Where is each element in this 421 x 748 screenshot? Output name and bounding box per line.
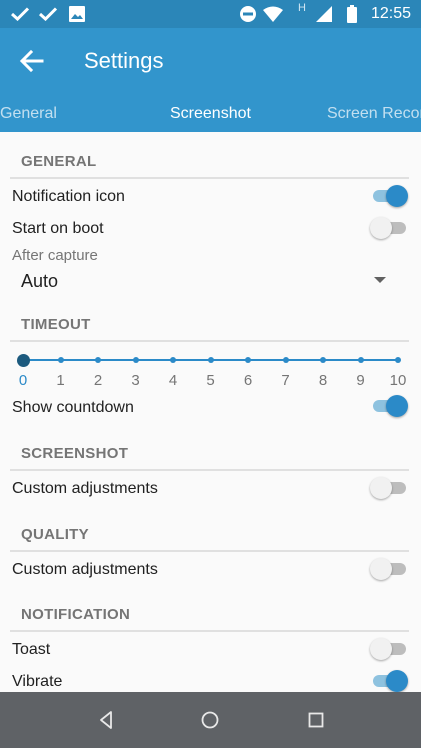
after-capture-label: After capture <box>12 247 98 264</box>
section-header-quality: QUALITY <box>21 526 89 543</box>
status-time: 12:55 <box>370 5 411 22</box>
slider-tick-label: 5 <box>206 372 215 389</box>
slider-tick[interactable] <box>57 357 64 363</box>
slider-tick-label: 0 <box>18 372 28 389</box>
slider-tick[interactable] <box>395 357 401 363</box>
section-header-notification: NOTIFICATION <box>21 606 131 623</box>
tab-bar: General Screenshot Screen Record <box>0 94 421 132</box>
toast-label: Toast <box>12 641 51 658</box>
slider-tick[interactable] <box>132 357 139 363</box>
section-header-timeout: TIMEOUT <box>21 316 91 333</box>
notification-icon-label: Notification icon <box>12 188 125 205</box>
show-countdown-label: Show countdown <box>12 399 134 416</box>
battery-icon <box>346 4 358 24</box>
slider-tick-label: 1 <box>56 372 65 389</box>
slider-tick-label: 10 <box>389 372 407 389</box>
image-icon <box>68 4 86 24</box>
slider-tick-label: 4 <box>168 372 178 389</box>
switch-thumb <box>370 558 392 580</box>
start-on-boot-label: Start on boot <box>12 220 104 237</box>
switch-thumb <box>370 638 392 660</box>
slider-tick-label: 3 <box>131 372 140 389</box>
vibrate-switch[interactable] <box>370 668 408 692</box>
slider-tick-label: 2 <box>93 372 103 389</box>
quality-custom-adjustments-label: Custom adjustments <box>12 561 158 578</box>
status-bar: H 12:55 <box>0 0 421 28</box>
arrow-left-icon[interactable] <box>18 49 46 73</box>
recents-square-icon[interactable] <box>305 709 327 731</box>
check-icon <box>10 4 30 24</box>
divider <box>10 340 409 342</box>
section-header-general: GENERAL <box>21 153 97 170</box>
wifi-icon <box>262 4 284 24</box>
slider-tick[interactable] <box>245 357 251 363</box>
tab-screen-record[interactable]: Screen Record <box>327 104 421 124</box>
tab-general[interactable]: General <box>0 104 57 124</box>
slider-tick-label: 9 <box>356 372 365 389</box>
divider <box>10 550 409 552</box>
page-title: Settings <box>84 48 164 73</box>
divider <box>10 469 409 471</box>
settings-list[interactable]: GENERAL Notification icon Start on boot … <box>0 132 421 692</box>
do-not-disturb-icon <box>238 4 258 24</box>
network-type: H <box>298 2 306 14</box>
slider-tick[interactable] <box>95 357 101 363</box>
show-countdown-switch[interactable] <box>370 393 408 419</box>
home-circle-icon[interactable] <box>199 709 221 731</box>
tab-screenshot[interactable]: Screenshot <box>170 104 251 124</box>
screenshot-custom-adjustments-switch[interactable] <box>370 475 408 501</box>
slider-tick-label: 8 <box>318 372 328 389</box>
after-capture-dropdown[interactable]: Auto <box>21 271 58 292</box>
switch-thumb <box>386 670 408 692</box>
slider-tick[interactable] <box>170 357 176 363</box>
switch-thumb <box>386 395 408 417</box>
dropdown-arrow-icon[interactable] <box>374 277 386 283</box>
switch-thumb <box>370 477 392 499</box>
divider <box>10 630 409 632</box>
screenshot-custom-adjustments-label: Custom adjustments <box>12 480 158 497</box>
navigation-bar <box>0 692 421 748</box>
slider-tick-label: 7 <box>281 372 290 389</box>
notification-icon-switch[interactable] <box>370 183 408 209</box>
quality-custom-adjustments-switch[interactable] <box>370 556 408 582</box>
slider-tick[interactable] <box>320 357 326 363</box>
slider-thumb[interactable] <box>16 354 30 367</box>
app-bar: Settings <box>0 28 421 94</box>
toast-switch[interactable] <box>370 636 408 662</box>
slider-tick-label: 6 <box>243 372 253 389</box>
start-on-boot-switch[interactable] <box>370 215 408 241</box>
back-triangle-icon[interactable] <box>96 709 118 731</box>
switch-thumb <box>386 185 408 207</box>
section-header-screenshot: SCREENSHOT <box>21 445 129 462</box>
slider-tick[interactable] <box>282 357 289 363</box>
check-icon <box>38 4 58 24</box>
slider-tick[interactable] <box>357 357 364 363</box>
switch-thumb <box>370 217 392 239</box>
vibrate-label: Vibrate <box>12 673 63 690</box>
divider <box>10 177 409 179</box>
slider-tick[interactable] <box>207 357 214 363</box>
signal-icon <box>316 4 332 24</box>
